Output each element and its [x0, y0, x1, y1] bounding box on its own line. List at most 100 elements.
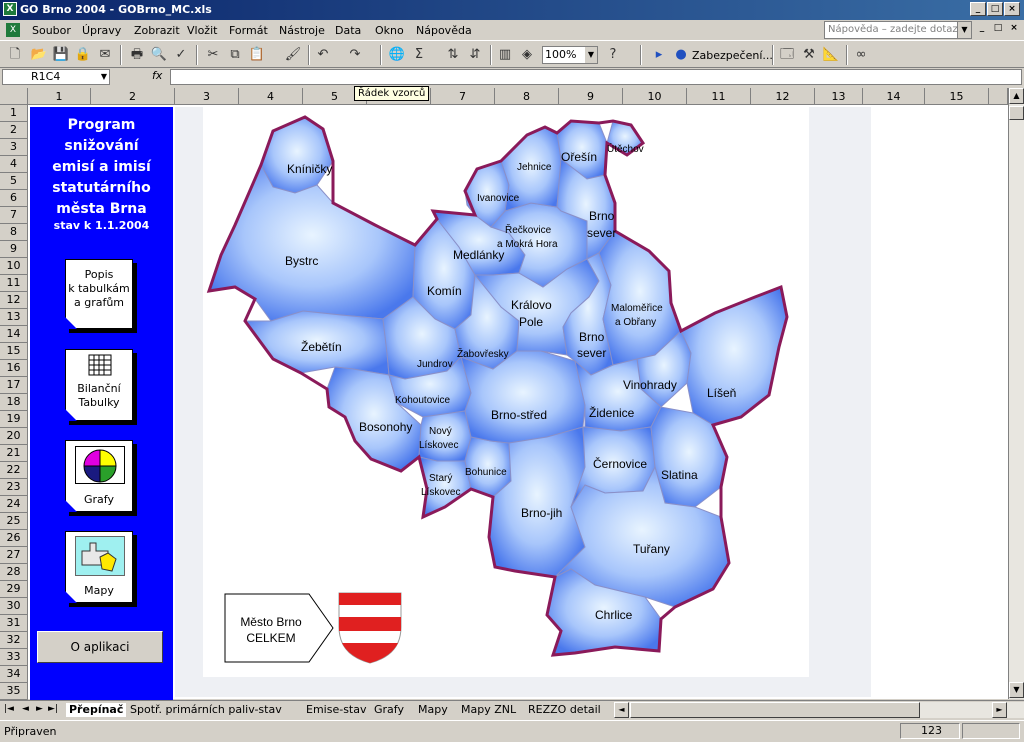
tab-emise-stav[interactable]: Emise-stav	[306, 703, 366, 717]
column-header[interactable]: 9	[559, 88, 623, 105]
doc-minimize-button[interactable]: _	[974, 22, 990, 36]
column-header[interactable]: 7	[431, 88, 495, 105]
menu-vlozit[interactable]: Vložit	[187, 24, 217, 37]
tab-grafy[interactable]: Grafy	[374, 703, 404, 717]
autosum-icon[interactable]: Σ	[410, 46, 428, 64]
minimize-button[interactable]: _	[970, 2, 986, 16]
column-header[interactable]: 1	[28, 88, 91, 105]
row-header[interactable]: 6	[0, 190, 28, 207]
row-header[interactable]: 15	[0, 343, 28, 360]
maximize-button[interactable]: □	[987, 2, 1003, 16]
scroll-thumb-horizontal[interactable]	[630, 702, 920, 718]
menu-nastroje[interactable]: Nástroje	[279, 24, 325, 37]
scroll-thumb[interactable]	[1009, 106, 1024, 120]
column-header[interactable]: 13	[815, 88, 863, 105]
column-header[interactable]: 15	[925, 88, 989, 105]
popis-button[interactable]: Popis k tabulkám a grafům	[65, 259, 133, 329]
function-icon[interactable]: fx	[152, 69, 162, 82]
print-preview-icon[interactable]: 🔍	[150, 46, 168, 64]
row-header[interactable]: 30	[0, 598, 28, 615]
menu-data[interactable]: Data	[335, 24, 361, 37]
menu-soubor[interactable]: Soubor	[32, 24, 71, 37]
first-sheet-icon[interactable]: |◄	[4, 704, 14, 714]
next-sheet-icon[interactable]: ►	[36, 704, 43, 714]
cut-icon[interactable]: ✂	[204, 46, 222, 64]
run-icon[interactable]: ▸	[650, 46, 668, 64]
row-header[interactable]: 9	[0, 241, 28, 258]
chevron-down-icon[interactable]: ▼	[101, 70, 107, 84]
help-search-input[interactable]: Nápověda – zadejte dotaz ▼	[824, 21, 972, 39]
new-document-icon[interactable]: 🗋	[6, 46, 24, 64]
grafy-button[interactable]: Grafy	[65, 440, 133, 512]
email-icon[interactable]: ✉	[96, 46, 114, 64]
row-header[interactable]: 12	[0, 292, 28, 309]
district-lisen[interactable]	[680, 286, 788, 426]
chevron-down-icon[interactable]: ▼	[957, 22, 971, 38]
paste-icon[interactable]: 📋	[248, 46, 266, 64]
menu-format[interactable]: Formát	[229, 24, 268, 37]
spelling-icon[interactable]: ✓	[172, 46, 190, 64]
district-brno-stred[interactable]	[460, 350, 586, 444]
tab-prepinac[interactable]: Přepínač	[66, 703, 127, 717]
row-header[interactable]: 26	[0, 530, 28, 547]
hyperlink-icon[interactable]: 🌐	[388, 46, 406, 64]
tab-mapy[interactable]: Mapy	[418, 703, 448, 717]
open-folder-icon[interactable]: 📂	[30, 46, 48, 64]
chevron-down-icon[interactable]: ▼	[585, 47, 597, 63]
prev-sheet-icon[interactable]: ◄	[22, 704, 29, 714]
row-header[interactable]: 16	[0, 360, 28, 377]
row-header[interactable]: 13	[0, 309, 28, 326]
workbook-icon[interactable]: X	[6, 23, 20, 37]
menu-napoveda[interactable]: Nápověda	[416, 24, 472, 37]
column-header[interactable]: 14	[863, 88, 925, 105]
menu-okno[interactable]: Okno	[375, 24, 404, 37]
column-header-partial[interactable]	[989, 88, 1008, 105]
row-header[interactable]: 3	[0, 139, 28, 156]
row-header[interactable]: 18	[0, 394, 28, 411]
control-toolbox-icon[interactable]: 🗔	[778, 46, 796, 64]
undo-icon[interactable]: ↶	[314, 46, 332, 64]
mapy-button[interactable]: Mapy	[65, 531, 133, 603]
scroll-down-button[interactable]: ▼	[1009, 682, 1024, 698]
security-button[interactable]: Zabezpečení...	[692, 49, 773, 62]
row-header[interactable]: 24	[0, 496, 28, 513]
permission-icon[interactable]: 🔒	[74, 46, 92, 64]
vertical-scrollbar[interactable]: ▲ ▼	[1008, 88, 1024, 699]
menu-zobrazit[interactable]: Zobrazit	[134, 24, 180, 37]
zoom-select[interactable]: 100% ▼	[542, 46, 598, 64]
column-header[interactable]: 3	[175, 88, 239, 105]
row-header[interactable]: 29	[0, 581, 28, 598]
row-header[interactable]: 20	[0, 428, 28, 445]
column-header[interactable]: 4	[239, 88, 303, 105]
column-header[interactable]: 8	[495, 88, 559, 105]
row-header[interactable]: 21	[0, 445, 28, 462]
row-header[interactable]: 10	[0, 258, 28, 275]
about-button[interactable]: O aplikaci	[37, 631, 163, 663]
row-header[interactable]: 4	[0, 156, 28, 173]
row-header[interactable]: 14	[0, 326, 28, 343]
help-icon[interactable]: ?	[604, 46, 622, 64]
row-header[interactable]: 2	[0, 122, 28, 139]
format-painter-icon[interactable]: 🖌	[284, 46, 302, 64]
row-header[interactable]: 34	[0, 666, 28, 683]
column-header[interactable]: 11	[687, 88, 751, 105]
close-button[interactable]: ×	[1004, 2, 1020, 16]
save-icon[interactable]: 💾	[52, 46, 70, 64]
sort-ascending-icon[interactable]: ⇅	[444, 46, 462, 64]
last-sheet-icon[interactable]: ►|	[48, 704, 58, 714]
tab-spotreba[interactable]: Spotř. primárních paliv-stav	[130, 703, 282, 717]
scroll-left-button[interactable]: ◄	[614, 702, 629, 718]
bilancni-tabulky-button[interactable]: Bilanční Tabulky	[65, 349, 133, 421]
column-header[interactable]: 10	[623, 88, 687, 105]
row-header[interactable]: 23	[0, 479, 28, 496]
row-header[interactable]: 22	[0, 462, 28, 479]
row-header[interactable]: 33	[0, 649, 28, 666]
name-box[interactable]: R1C4 ▼	[2, 69, 110, 85]
horizontal-scrollbar[interactable]: ◄ ►	[614, 702, 1024, 718]
column-header[interactable]: 2	[91, 88, 175, 105]
row-header[interactable]: 17	[0, 377, 28, 394]
excel-app-icon[interactable]: X	[3, 2, 17, 16]
doc-restore-button[interactable]: □	[990, 22, 1006, 36]
tab-mapy-znl[interactable]: Mapy ZNL	[461, 703, 516, 717]
scroll-right-button[interactable]: ►	[992, 702, 1007, 718]
